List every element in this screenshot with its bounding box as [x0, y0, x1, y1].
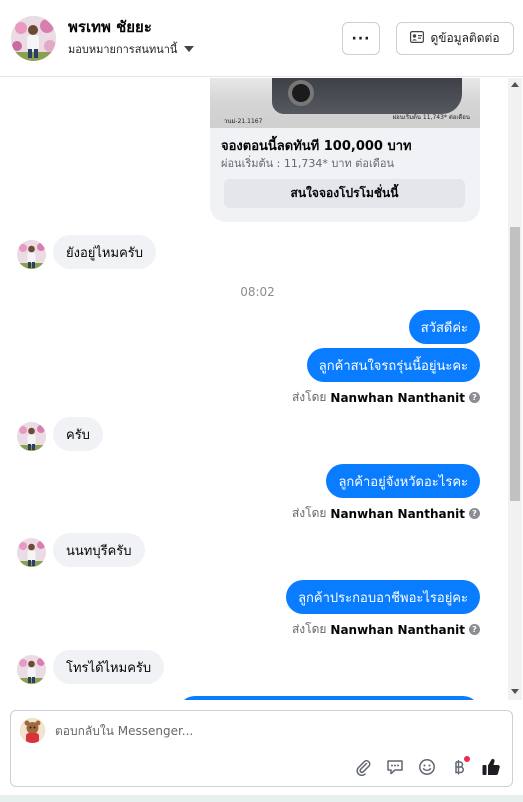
reply-input[interactable] [55, 724, 455, 738]
question-circle-icon[interactable]: ? [469, 624, 480, 635]
scroll-up-arrow-icon[interactable] [511, 82, 519, 87]
sent-by-prefix: ส่งโดย [291, 506, 327, 520]
contact-card-icon [410, 31, 425, 46]
contact-avatar[interactable] [17, 240, 46, 269]
outgoing-message[interactable]: ลูกค้าสนใจรถรุ่นนี้อยู่นะคะ [306, 348, 480, 382]
scrollbar-thumb[interactable] [510, 227, 520, 501]
view-contact-info-label: ดูข้อมูลติดต่อ [430, 31, 500, 45]
reply-composer [10, 710, 513, 787]
assign-conversation-dropdown[interactable]: มอบหมายการสนทนานี้ [68, 40, 195, 58]
promotion-image-price: ผ่อนเริ่มต้น 11,743* ต่อเดือน [392, 114, 470, 121]
sent-by-label: ส่งโดย Nanwhan Nanthanit ? [292, 504, 480, 523]
question-circle-icon[interactable]: ? [469, 508, 480, 519]
promotion-image: วนม่-21.1167 ผ่อนเริ่มต้น 11,743* ต่อเดื… [210, 78, 480, 128]
promotion-image-code: วนม่-21.1167 [224, 118, 263, 125]
contact-avatar[interactable] [17, 422, 46, 451]
smiley-icon[interactable] [416, 756, 438, 778]
bottom-strip [0, 795, 523, 802]
scroll-down-arrow-icon[interactable] [511, 689, 519, 694]
incoming-message[interactable]: นนทบุรีครับ [53, 533, 145, 567]
thumbs-up-icon[interactable] [480, 756, 502, 778]
assign-label: มอบหมายการสนทนานี้ [68, 43, 178, 56]
sent-by-prefix: ส่งโดย [291, 622, 327, 636]
sent-by-label: ส่งโดย Nanwhan Nanthanit ? [292, 620, 480, 639]
notification-dot [464, 756, 470, 762]
contact-avatar[interactable] [17, 538, 46, 567]
question-circle-icon[interactable]: ? [469, 392, 480, 403]
messenger-conversation: พรเทพ ชัยยะ มอบหมายการสนทนานี้ ··· ดูข้อ… [0, 0, 523, 802]
outgoing-message[interactable]: ลูกค้าอยู่จังหวัดอะไรคะ [326, 464, 480, 498]
incoming-message[interactable]: โทรได้ไหมครับ [53, 650, 165, 684]
page-avatar [20, 718, 45, 743]
caret-down-icon [184, 46, 195, 52]
contact-avatar[interactable] [11, 16, 56, 61]
contact-name[interactable]: พรเทพ ชัยยะ [68, 15, 152, 39]
baht-icon[interactable] [448, 756, 470, 778]
promotion-card: วนม่-21.1167 ผ่อนเริ่มต้น 11,743* ต่อเดื… [210, 78, 480, 222]
view-contact-info-button[interactable]: ดูข้อมูลติดต่อ [396, 22, 514, 55]
sent-by-name: Nanwhan Nanthanit [330, 390, 465, 405]
sent-by-name: Nanwhan Nanthanit [330, 622, 465, 637]
more-options-button[interactable]: ··· [342, 22, 380, 55]
conversation-header: พรเทพ ชัยยะ มอบหมายการสนทนานี้ ··· ดูข้อ… [0, 0, 523, 77]
promotion-cta-button[interactable]: สนใจจองโปรโมชั่นนี้ [224, 179, 465, 208]
chat-bubble-icon[interactable] [384, 756, 406, 778]
incoming-message[interactable]: ครับ [53, 417, 103, 451]
paperclip-icon[interactable] [352, 756, 374, 778]
outgoing-message-partial[interactable] [178, 696, 480, 700]
more-horizontal-icon: ··· [351, 30, 371, 47]
promotion-title: จองตอนนี้ลดทันที 100,000 บาท [221, 139, 412, 154]
contact-avatar[interactable] [17, 655, 46, 684]
composer-toolbar [352, 755, 502, 779]
outgoing-message[interactable]: สวัสดีค่ะ [408, 310, 480, 344]
sent-by-label: ส่งโดย Nanwhan Nanthanit ? [292, 388, 480, 407]
outgoing-message[interactable]: ลูกค้าประกอบอาชีพอะไรอยู่คะ [286, 580, 480, 614]
sent-by-prefix: ส่งโดย [291, 390, 327, 404]
sent-by-name: Nanwhan Nanthanit [330, 506, 465, 521]
message-timestamp: 08:02 [240, 285, 275, 299]
message-thread: วนม่-21.1167 ผ่อนเริ่มต้น 11,743* ต่อเดื… [0, 78, 523, 700]
incoming-message[interactable]: ยังอยู่ไหมครับ [53, 235, 156, 269]
promotion-subtitle: ผ่อนเริ่มต้น : 11,734* บาท ต่อเดือน [221, 157, 395, 170]
